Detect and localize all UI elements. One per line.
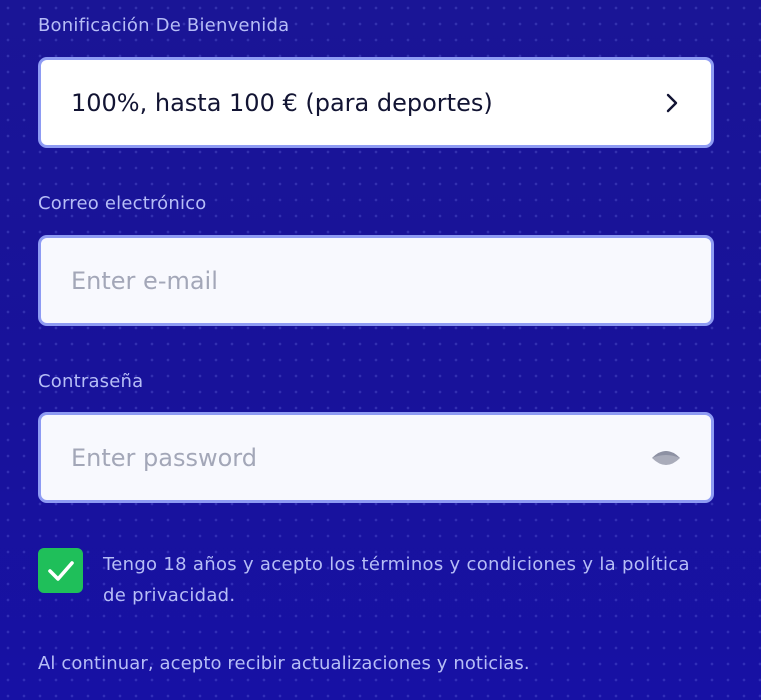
password-input[interactable] [71, 443, 649, 472]
email-label: Correo electrónico [38, 193, 207, 214]
terms-checkbox[interactable] [38, 548, 83, 593]
password-field [38, 412, 714, 503]
email-field [38, 235, 714, 326]
email-input[interactable] [71, 266, 683, 295]
chevron-right-icon [661, 92, 683, 114]
bonus-value: 100%, hasta 100 € (para deportes) [71, 88, 493, 117]
checkmark-icon [47, 560, 74, 581]
password-label: Contraseña [38, 371, 144, 392]
marketing-notice: Al continuar, acepto recibir actualizaci… [38, 653, 530, 674]
bonus-label: Bonificación De Bienvenida [38, 15, 290, 36]
eye-icon[interactable] [649, 445, 683, 471]
terms-text: Tengo 18 años y acepto los términos y co… [103, 554, 690, 606]
bonus-selector[interactable]: 100%, hasta 100 € (para deportes) [38, 57, 714, 148]
